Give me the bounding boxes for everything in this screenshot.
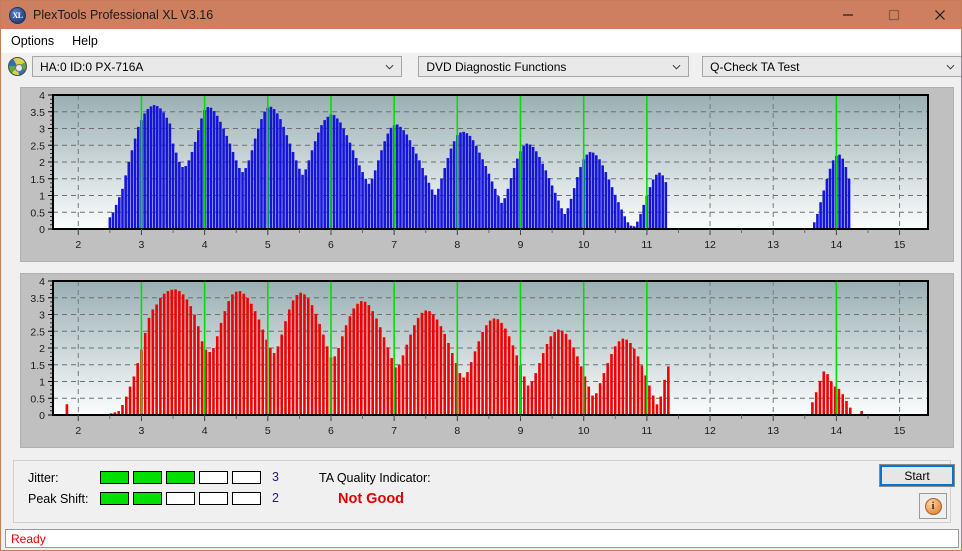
status-text: Ready (11, 531, 46, 546)
svg-text:1: 1 (39, 191, 45, 203)
app-logo-icon: XL (9, 6, 26, 24)
peak-shift-segment (166, 492, 195, 505)
svg-text:11: 11 (641, 425, 652, 437)
svg-text:0.5: 0.5 (30, 207, 45, 219)
peak-shift-segment (133, 492, 162, 505)
ta-jitter-chart-panel: 0 0.5 1 1.5 2 2.5 3 3.5 4 2 3 4 5 6 7 8 9 10 11 12 13 14 15 (20, 87, 954, 262)
svg-text:15: 15 (894, 425, 906, 437)
svg-text:2: 2 (39, 157, 45, 169)
title-bar: XL PlexTools Professional XL V3.16 (1, 1, 961, 29)
ta-peak-shift-chart: 0 0.5 1 1.5 2 2.5 3 3.5 4 2 3 4 5 6 7 8 9 10 11 12 13 14 15 (21, 274, 953, 447)
svg-text:4: 4 (202, 425, 208, 437)
svg-text:1.5: 1.5 (30, 174, 45, 186)
results-group: Jitter: 3 Peak Shift: 2 TA Quality Indic… (13, 460, 955, 523)
svg-text:14: 14 (831, 425, 843, 437)
ta-jitter-chart: 0 0.5 1 1.5 2 2.5 3 3.5 4 2 3 4 5 6 7 8 9 10 11 12 13 14 15 (21, 88, 953, 261)
svg-text:0: 0 (39, 224, 45, 236)
svg-text:6: 6 (328, 425, 334, 437)
jitter-segment (199, 471, 228, 484)
ta-quality-label: TA Quality Indicator: (319, 471, 431, 485)
svg-text:7: 7 (391, 425, 397, 437)
svg-text:10: 10 (578, 239, 590, 251)
svg-text:1: 1 (39, 377, 45, 389)
svg-text:3: 3 (39, 124, 45, 136)
svg-text:5: 5 (265, 425, 271, 437)
svg-text:2: 2 (75, 425, 81, 437)
svg-text:12: 12 (704, 425, 716, 437)
svg-text:14: 14 (831, 239, 843, 251)
svg-text:10: 10 (578, 425, 590, 437)
svg-text:5: 5 (265, 239, 271, 251)
svg-text:7: 7 (391, 239, 397, 251)
peak-shift-meter (100, 492, 261, 505)
start-button[interactable]: Start (879, 464, 955, 487)
function-select-value: DVD Diagnostic Functions (426, 59, 567, 74)
chevron-down-icon (672, 64, 681, 70)
jitter-segment (133, 471, 162, 484)
svg-text:12: 12 (704, 239, 716, 251)
ta-peak-shift-chart-panel: 0 0.5 1 1.5 2 2.5 3 3.5 4 2 3 4 5 6 7 8 9 10 11 12 13 14 15 (20, 273, 954, 448)
svg-text:3: 3 (139, 239, 145, 251)
svg-text:8: 8 (454, 425, 460, 437)
test-select[interactable]: Q-Check TA Test (702, 56, 961, 77)
svg-text:4: 4 (39, 90, 45, 102)
info-icon: i (924, 497, 942, 515)
jitter-segment (232, 471, 261, 484)
selector-toolbar: HA:0 ID:0 PX-716A DVD Diagnostic Functio… (1, 53, 961, 80)
peak-shift-label: Peak Shift: (28, 492, 89, 506)
svg-text:0.5: 0.5 (30, 393, 45, 405)
svg-text:2: 2 (75, 239, 81, 251)
drive-select[interactable]: HA:0 ID:0 PX-716A (32, 56, 403, 77)
plextools-window: XL PlexTools Professional XL V3.16 Optio… (0, 0, 962, 551)
window-controls (825, 1, 961, 29)
jitter-segment (166, 471, 195, 484)
window-title: PlexTools Professional XL V3.16 (33, 8, 214, 22)
maximize-icon[interactable] (871, 1, 917, 29)
status-bar: Ready (5, 529, 959, 548)
svg-text:2: 2 (39, 343, 45, 355)
minimize-icon[interactable] (825, 1, 871, 29)
svg-text:3: 3 (139, 425, 145, 437)
test-select-value: Q-Check TA Test (710, 59, 800, 74)
chevron-down-icon (946, 64, 955, 70)
svg-text:2.5: 2.5 (30, 326, 45, 338)
peak-shift-segment (199, 492, 228, 505)
peak-shift-segment (232, 492, 261, 505)
svg-text:9: 9 (518, 239, 524, 251)
svg-text:13: 13 (767, 425, 779, 437)
menu-bar: Options Help (1, 29, 961, 53)
jitter-label: Jitter: (28, 471, 59, 485)
svg-text:3: 3 (39, 310, 45, 322)
chevron-down-icon (385, 64, 394, 70)
jitter-segment (100, 471, 129, 484)
function-select[interactable]: DVD Diagnostic Functions (418, 56, 690, 77)
svg-text:1.5: 1.5 (30, 360, 45, 372)
svg-text:2.5: 2.5 (30, 140, 45, 152)
svg-text:6: 6 (328, 239, 334, 251)
optical-disc-icon (8, 57, 27, 76)
svg-text:3.5: 3.5 (30, 107, 45, 119)
info-button[interactable]: i (919, 493, 947, 519)
close-icon[interactable] (917, 1, 961, 29)
svg-text:0: 0 (39, 410, 45, 422)
menu-item-help[interactable]: Help (69, 32, 107, 50)
jitter-value: 3 (272, 470, 279, 484)
menu-item-options[interactable]: Options (8, 32, 63, 50)
svg-text:3.5: 3.5 (30, 293, 45, 305)
ta-quality-value: Not Good (338, 491, 405, 507)
peak-shift-value: 2 (272, 491, 279, 505)
jitter-meter (100, 471, 261, 484)
svg-text:15: 15 (894, 239, 906, 251)
svg-text:8: 8 (454, 239, 460, 251)
svg-text:13: 13 (767, 239, 779, 251)
svg-text:9: 9 (518, 425, 524, 437)
svg-text:4: 4 (202, 239, 208, 251)
drive-select-value: HA:0 ID:0 PX-716A (40, 59, 144, 74)
peak-shift-segment (100, 492, 129, 505)
svg-text:4: 4 (39, 276, 45, 288)
svg-text:11: 11 (641, 239, 652, 251)
